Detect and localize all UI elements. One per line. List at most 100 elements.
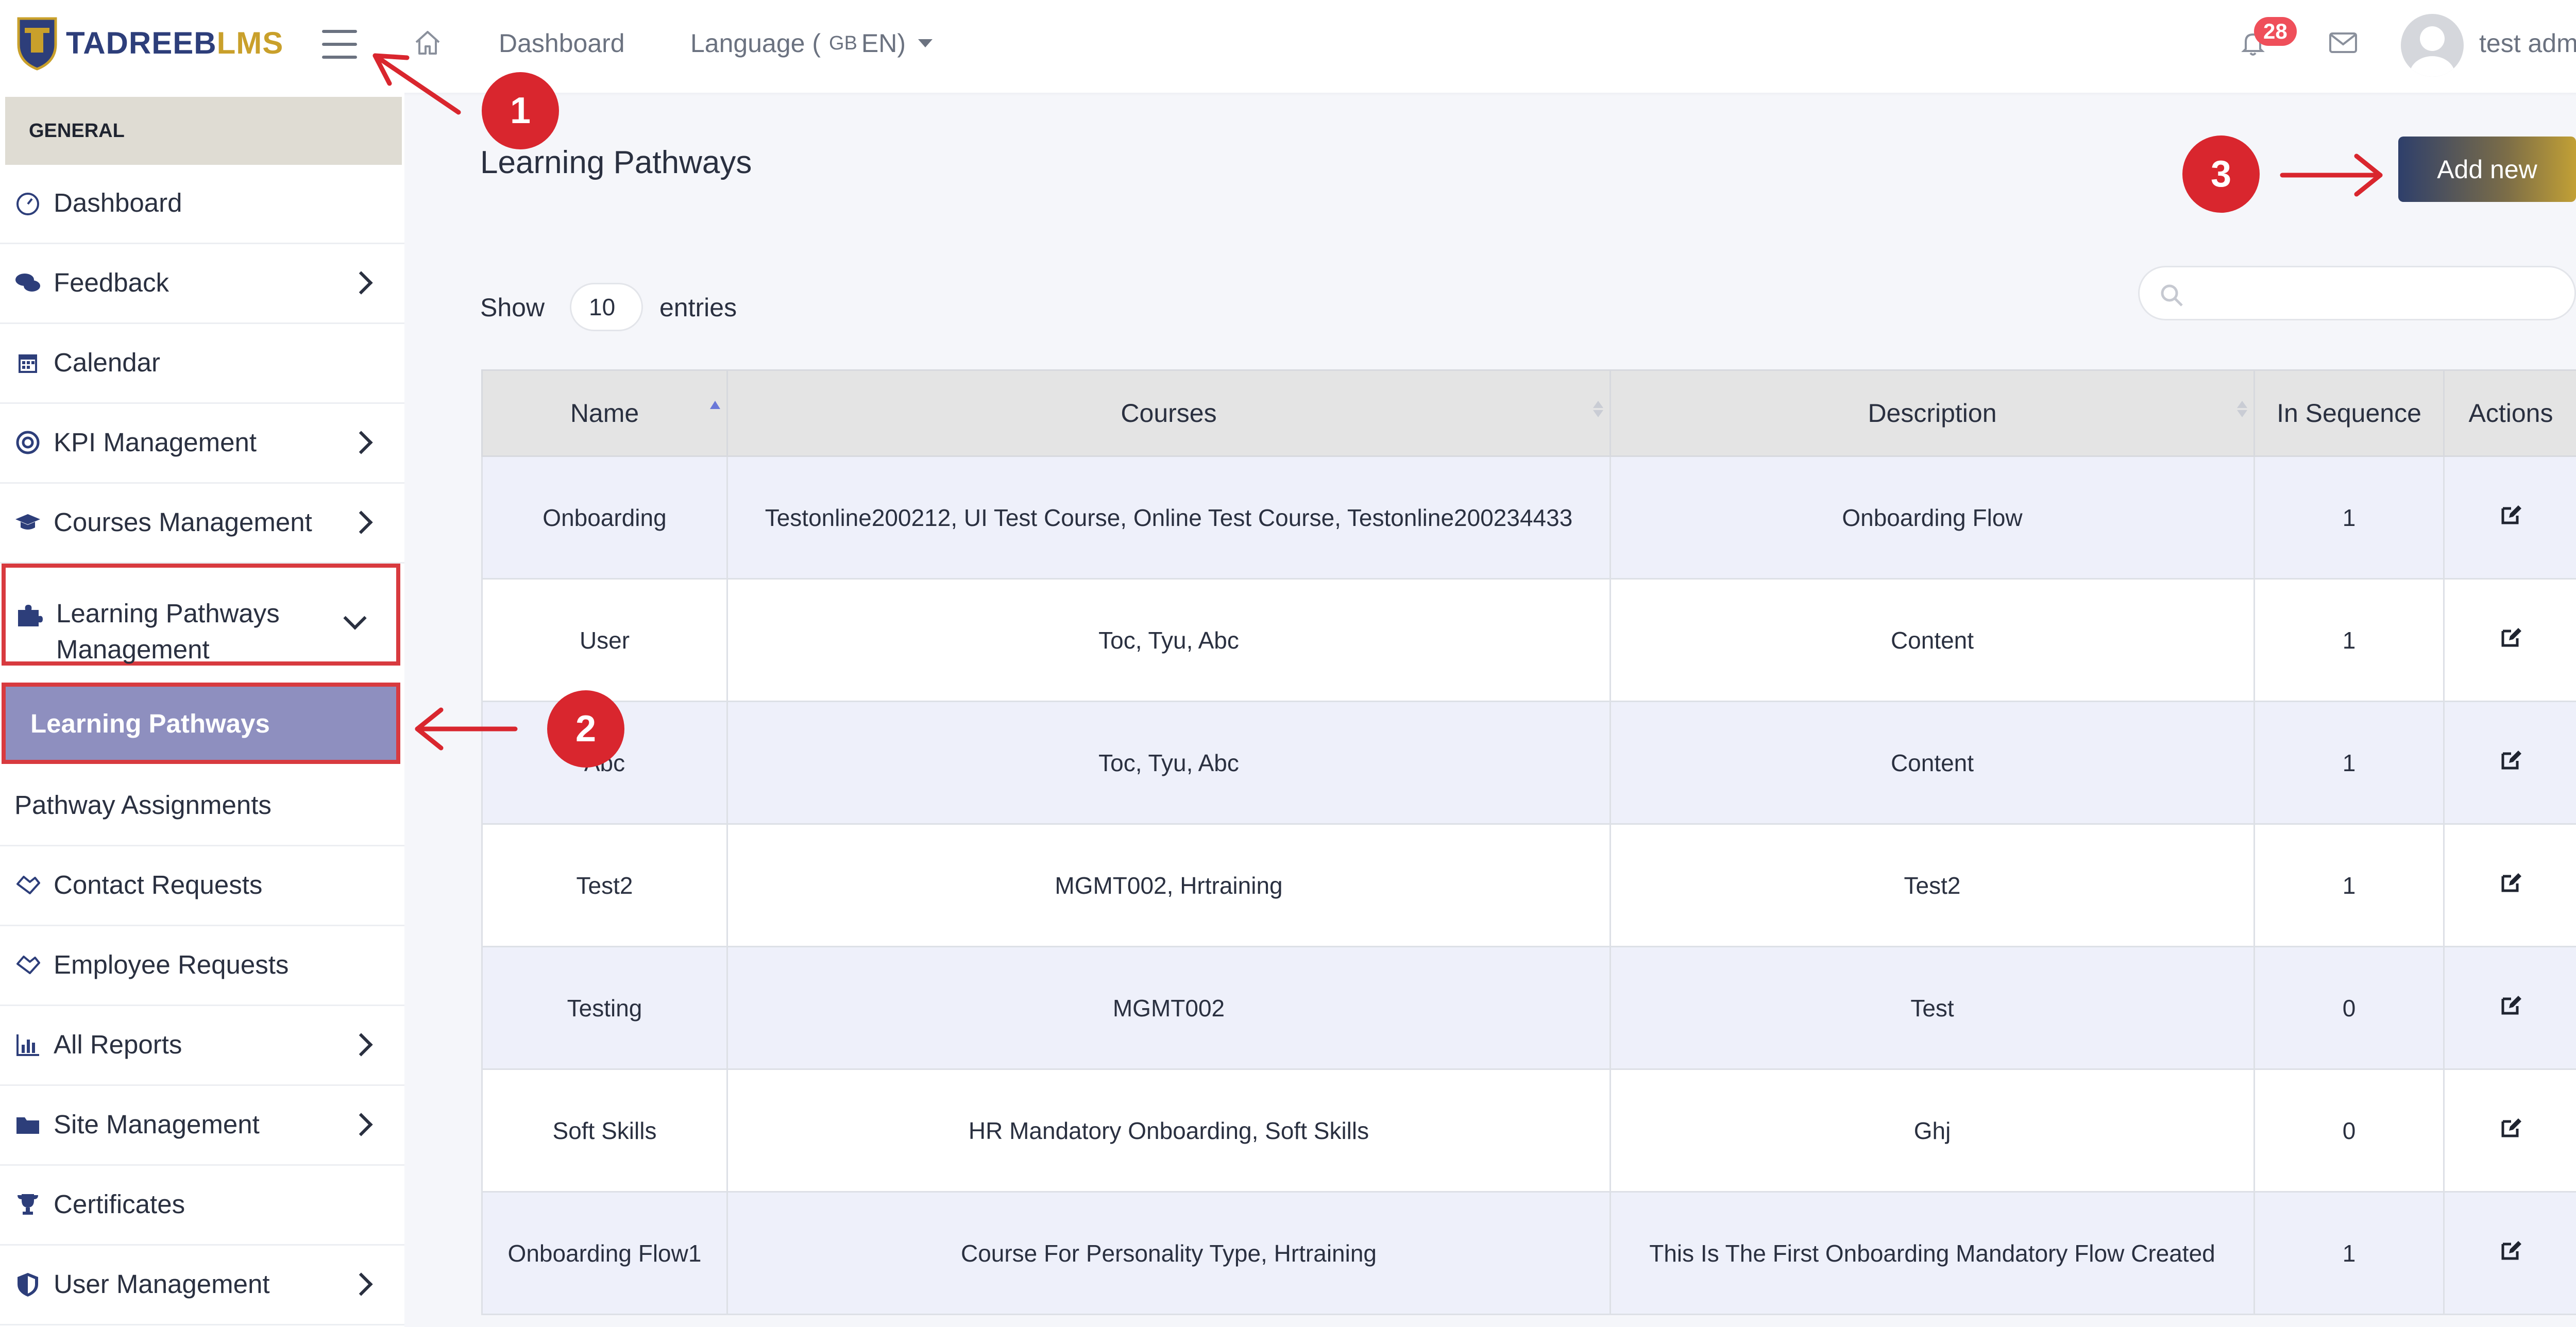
- sidebar-subitem-label: Learning Pathways: [30, 708, 270, 738]
- cell-courses: Course For Personality Type, Hrtraining: [726, 1191, 1611, 1315]
- language-label: Language (: [690, 29, 821, 58]
- chevron-right-icon: [349, 430, 373, 454]
- logo-text-accent: LMS: [216, 25, 284, 60]
- cell-courses: HR Mandatory Onboarding, Soft Skills: [726, 1068, 1611, 1193]
- dashboard-icon: [16, 192, 39, 215]
- column-header-name[interactable]: Name: [481, 369, 728, 457]
- sidebar-item-user-management[interactable]: User Management: [0, 1244, 404, 1325]
- sidebar-subitem-label: Pathway Assignments: [14, 790, 272, 820]
- learning-pathways-table: Name Courses Description In Sequence Act…: [481, 369, 2576, 1315]
- sidebar-item-label: Site Management: [54, 1110, 260, 1139]
- sidebar-subitem-pathway-assignments[interactable]: Pathway Assignments: [0, 765, 404, 846]
- cell-in-sequence: 1: [2253, 701, 2445, 825]
- home-icon[interactable]: [412, 27, 443, 58]
- sidebar-subitem-learning-pathways[interactable]: Learning Pathways: [2, 683, 400, 764]
- cell-name: Onboarding Flow1: [481, 1191, 728, 1315]
- sidebar-item-kpi-management[interactable]: KPI Management: [0, 402, 404, 484]
- cell-actions: [2443, 1191, 2576, 1315]
- sidebar-item-label: KPI Management: [54, 428, 257, 457]
- handshake-icon: [16, 955, 40, 974]
- cell-in-sequence: 1: [2253, 1191, 2445, 1315]
- cell-in-sequence: 1: [2253, 823, 2445, 947]
- sidebar-item-learning-pathways-management[interactable]: Learning Pathways Management: [2, 564, 400, 666]
- cell-name: Soft Skills: [481, 1068, 728, 1193]
- logo-text: TADREEBLMS: [66, 25, 283, 61]
- edit-icon[interactable]: [2500, 994, 2522, 1016]
- puzzle-icon: [18, 605, 43, 626]
- notification-count-badge: 28: [2254, 17, 2297, 46]
- column-header-courses[interactable]: Courses: [726, 369, 1611, 457]
- edit-icon[interactable]: [2500, 626, 2522, 649]
- chevron-right-icon: [349, 510, 373, 534]
- sidebar-item-calendar[interactable]: Calendar: [0, 322, 404, 404]
- table-row: User Toc, Tyu, Abc Content 1: [481, 578, 2576, 702]
- column-header-label: Courses: [1121, 399, 1217, 428]
- column-header-label: Actions: [2468, 399, 2553, 428]
- folder-icon: [16, 1117, 39, 1134]
- cell-actions: [2443, 455, 2576, 580]
- cell-in-sequence: 1: [2253, 455, 2445, 580]
- table-row: Onboarding Flow1 Course For Personality T…: [481, 1191, 2576, 1315]
- table-header-row: Name Courses Description In Sequence Act…: [481, 369, 2576, 457]
- step-3-marker: 3: [2182, 135, 2260, 213]
- top-bar: TADREEBLMS Dashboard Language (GB EN) 28 …: [0, 0, 2576, 93]
- language-code: EN): [861, 29, 906, 58]
- sidebar-item-label: Contact Requests: [54, 870, 263, 899]
- cell-in-sequence: 1: [2253, 578, 2445, 702]
- user-avatar[interactable]: [2401, 14, 2464, 77]
- mail-icon[interactable]: [2329, 32, 2358, 54]
- column-header-actions: Actions: [2443, 369, 2576, 457]
- sidebar-item-certificates[interactable]: Certificates: [0, 1164, 404, 1246]
- add-new-button[interactable]: Add new: [2398, 137, 2576, 202]
- sidebar-item-dashboard[interactable]: Dashboard: [0, 163, 404, 244]
- column-header-label: In Sequence: [2277, 399, 2421, 428]
- edit-icon[interactable]: [2500, 871, 2522, 894]
- user-name[interactable]: test admin: [2479, 28, 2576, 58]
- comments-icon: [15, 273, 40, 292]
- sidebar-item-contact-requests[interactable]: Contact Requests: [0, 845, 404, 926]
- sidebar-item-all-reports[interactable]: All Reports: [0, 1005, 404, 1086]
- sort-icon: [1593, 399, 1603, 419]
- cell-courses: Testonline200212, UI Test Course, Online…: [726, 455, 1611, 580]
- shield-icon: [18, 1272, 38, 1297]
- sort-icon: [2237, 399, 2247, 419]
- nav-dashboard-link[interactable]: Dashboard: [499, 28, 625, 58]
- edit-icon[interactable]: [2500, 503, 2522, 526]
- edit-icon[interactable]: [2500, 748, 2522, 771]
- cell-description: Ghj: [1609, 1068, 2255, 1193]
- sidebar-item-courses-management[interactable]: Courses Management: [0, 482, 404, 564]
- app-logo[interactable]: TADREEBLMS: [15, 14, 283, 71]
- cell-description: Test2: [1609, 823, 2255, 947]
- sidebar-item-employee-requests[interactable]: Employee Requests: [0, 925, 404, 1006]
- sidebar-item-site-management[interactable]: Site Management: [0, 1084, 404, 1166]
- column-header-in-sequence[interactable]: In Sequence: [2253, 369, 2445, 457]
- cell-description: Content: [1609, 701, 2255, 825]
- column-header-description[interactable]: Description: [1609, 369, 2255, 457]
- chevron-right-icon: [349, 270, 373, 295]
- handshake-icon: [16, 875, 40, 894]
- sidebar-item-label: Certificates: [54, 1189, 185, 1219]
- calendar-icon: [19, 354, 37, 373]
- sidebar-item-feedback[interactable]: Feedback: [0, 243, 404, 324]
- table-row: AbcToc, Tyu, AbcContent1: [481, 701, 2576, 825]
- table-row: Onboarding Testonline200212, UI Test Cour…: [481, 455, 2576, 580]
- menu-toggle-icon[interactable]: [322, 30, 357, 59]
- cell-actions: [2443, 701, 2576, 825]
- edit-icon[interactable]: [2500, 1239, 2522, 1262]
- table-row: Testing MGMT002 Test 0: [481, 946, 2576, 1070]
- entries-per-page-select[interactable]: 10: [570, 283, 643, 331]
- cell-in-sequence: 0: [2253, 1068, 2445, 1193]
- sidebar-item-label-line2: Management: [56, 635, 210, 664]
- cell-actions: [2443, 1068, 2576, 1193]
- sidebar-item-label: Courses Management: [54, 507, 312, 537]
- sidebar-item-label: User Management: [54, 1269, 270, 1299]
- cell-description: Content: [1609, 578, 2255, 702]
- cell-name: Test2: [481, 823, 728, 947]
- bar-chart-icon: [16, 1034, 39, 1056]
- edit-icon[interactable]: [2500, 1116, 2522, 1139]
- language-dropdown[interactable]: Language (GB EN): [690, 28, 933, 58]
- chevron-down-icon: [343, 606, 367, 630]
- search-input[interactable]: [2138, 266, 2576, 320]
- column-header-label: Description: [1868, 399, 1997, 428]
- cell-name: Onboarding: [481, 455, 728, 580]
